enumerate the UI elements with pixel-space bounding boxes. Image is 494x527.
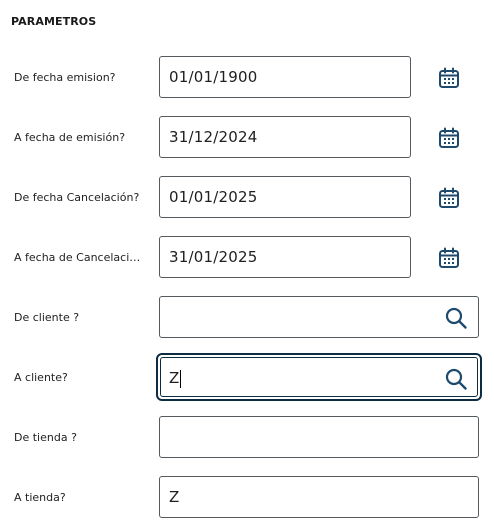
calendar-icon[interactable] bbox=[437, 126, 461, 150]
de-tienda-input[interactable] bbox=[159, 416, 479, 458]
calendar-icon[interactable] bbox=[437, 66, 461, 90]
row-de-tienda: De tienda ? bbox=[0, 416, 494, 460]
label-de-tienda: De tienda ? bbox=[14, 431, 77, 444]
a-tienda-value: Z bbox=[169, 488, 180, 506]
search-icon[interactable] bbox=[444, 306, 468, 330]
a-cliente-value: Z bbox=[169, 369, 182, 388]
a-tienda-input[interactable]: Z bbox=[159, 476, 479, 518]
a-fecha-cancelacion-input[interactable]: 31/01/2025 bbox=[159, 236, 411, 278]
text-caret bbox=[180, 369, 182, 388]
label-a-tienda: A tienda? bbox=[14, 491, 66, 504]
row-de-fecha-cancelacion: De fecha Cancelación? 01/01/2025 bbox=[0, 176, 494, 220]
row-a-tienda: A tienda? Z bbox=[0, 476, 494, 520]
a-fecha-emision-value: 31/12/2024 bbox=[169, 128, 258, 146]
de-fecha-emision-input[interactable]: 01/01/1900 bbox=[159, 56, 411, 98]
a-fecha-emision-input[interactable]: 31/12/2024 bbox=[159, 116, 411, 158]
de-fecha-emision-value: 01/01/1900 bbox=[169, 68, 258, 86]
row-a-fecha-cancelacion: A fecha de Cancelació... 31/01/2025 bbox=[0, 236, 494, 280]
section-title: PARAMETROS bbox=[11, 15, 97, 28]
de-cliente-input[interactable] bbox=[159, 296, 479, 338]
row-a-fecha-emision: A fecha de emisión? 31/12/2024 bbox=[0, 116, 494, 160]
row-de-fecha-emision: De fecha emision? 01/01/1900 bbox=[0, 56, 494, 100]
label-de-fecha-cancelacion: De fecha Cancelación? bbox=[14, 191, 140, 204]
label-a-cliente: A cliente? bbox=[14, 371, 68, 384]
a-cliente-input[interactable]: Z bbox=[156, 353, 482, 401]
row-de-cliente: De cliente ? bbox=[0, 296, 494, 340]
calendar-icon[interactable] bbox=[437, 186, 461, 210]
de-fecha-cancelacion-value: 01/01/2025 bbox=[169, 188, 258, 206]
search-icon[interactable] bbox=[444, 367, 468, 391]
a-fecha-cancelacion-value: 31/01/2025 bbox=[169, 248, 258, 266]
de-fecha-cancelacion-input[interactable]: 01/01/2025 bbox=[159, 176, 411, 218]
calendar-icon[interactable] bbox=[437, 246, 461, 270]
focus-ring bbox=[160, 357, 478, 397]
label-a-fecha-emision: A fecha de emisión? bbox=[14, 131, 126, 144]
label-de-cliente: De cliente ? bbox=[14, 311, 80, 324]
label-a-fecha-cancelacion: A fecha de Cancelació... bbox=[14, 251, 142, 264]
label-de-fecha-emision: De fecha emision? bbox=[14, 71, 116, 84]
row-a-cliente: A cliente? Z bbox=[0, 353, 494, 401]
